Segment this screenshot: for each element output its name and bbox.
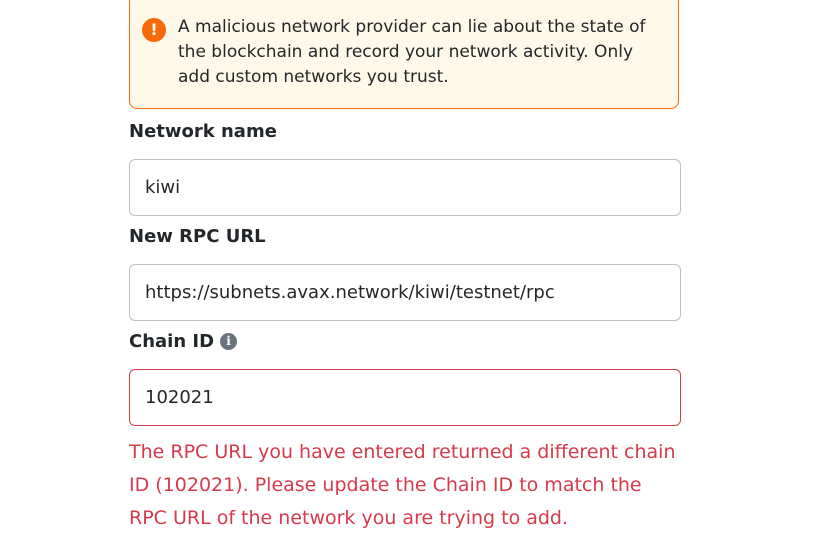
rpc-url-input[interactable] bbox=[145, 265, 665, 320]
chain-id-label: Chain ID bbox=[129, 331, 215, 352]
rpc-url-label: New RPC URL bbox=[129, 226, 266, 247]
warning-icon: ! bbox=[142, 18, 166, 42]
network-name-input[interactable] bbox=[145, 160, 665, 215]
warning-banner: ! A malicious network provider can lie a… bbox=[129, 0, 679, 109]
rpc-url-field[interactable] bbox=[129, 264, 681, 321]
chain-id-label-row: Chain ID i bbox=[129, 331, 238, 352]
chain-id-field[interactable] bbox=[129, 369, 681, 426]
chain-id-error-message: The RPC URL you have entered returned a … bbox=[129, 441, 676, 529]
network-name-label: Network name bbox=[129, 121, 277, 142]
network-name-field[interactable] bbox=[129, 159, 681, 216]
warning-text: A malicious network provider can lie abo… bbox=[178, 17, 646, 87]
chain-id-input[interactable] bbox=[145, 370, 665, 425]
info-icon[interactable]: i bbox=[220, 333, 238, 350]
